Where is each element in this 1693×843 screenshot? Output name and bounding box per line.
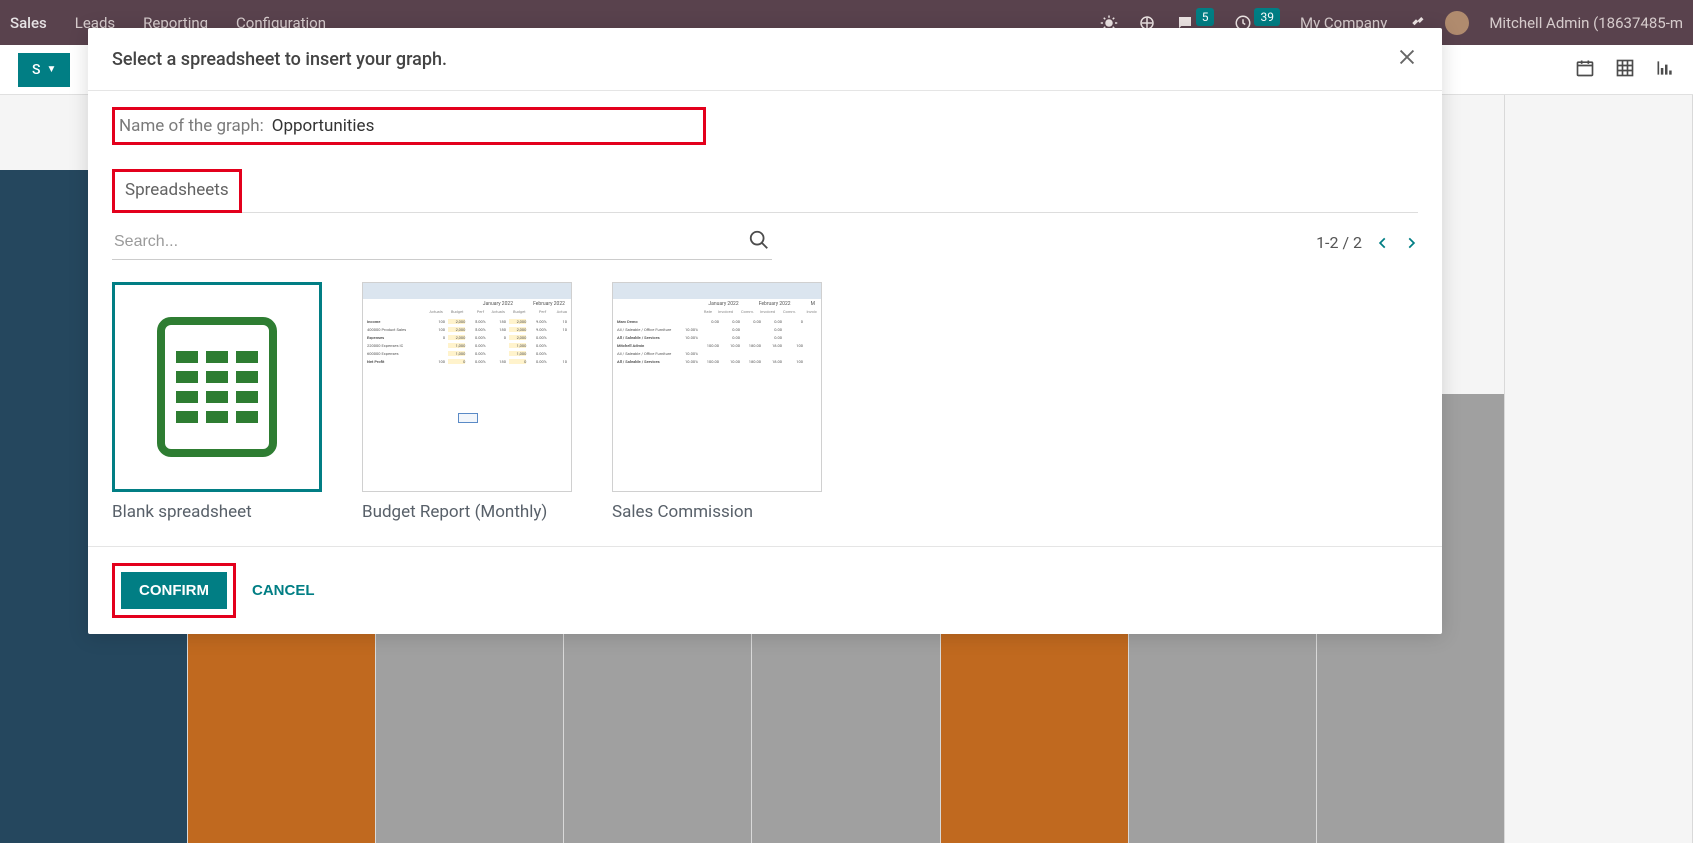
tabs: Spreadsheets: [112, 169, 1418, 213]
search-pager-row: 1-2 / 2: [112, 225, 1418, 260]
modal-title: Select a spreadsheet to insert your grap…: [112, 49, 447, 70]
thumb-commission: January 2022 February 2022 M Rate Invoic…: [612, 282, 822, 492]
card-budget-report[interactable]: January 2022 February 2022 Actuals Budge…: [362, 282, 572, 522]
spreadsheet-cards: Blank spreadsheet January 2022 February …: [112, 282, 1418, 522]
card-sales-commission[interactable]: January 2022 February 2022 M Rate Invoic…: [612, 282, 822, 522]
close-icon[interactable]: [1396, 46, 1418, 72]
pager-prev-icon[interactable]: [1376, 233, 1390, 253]
card-label-commission: Sales Commission: [612, 502, 822, 522]
graph-name-label: Name of the graph:: [119, 116, 264, 136]
tab-underline: [112, 212, 1418, 213]
modal-footer: CONFIRM CANCEL: [88, 546, 1442, 634]
cancel-button[interactable]: CANCEL: [252, 582, 315, 599]
card-label-blank: Blank spreadsheet: [112, 502, 322, 522]
graph-name-field: Name of the graph: Opportunities: [112, 107, 706, 145]
thumb-blank: [112, 282, 322, 492]
graph-name-value[interactable]: Opportunities: [272, 116, 375, 136]
card-blank-spreadsheet[interactable]: Blank spreadsheet: [112, 282, 322, 522]
thumb-budget: January 2022 February 2022 Actuals Budge…: [362, 282, 572, 492]
confirm-button[interactable]: CONFIRM: [121, 572, 227, 609]
card-label-budget: Budget Report (Monthly): [362, 502, 572, 522]
search-icon[interactable]: [748, 229, 770, 255]
confirm-highlight: CONFIRM: [112, 563, 236, 618]
pager-text: 1-2 / 2: [1316, 233, 1362, 252]
insert-spreadsheet-modal: Select a spreadsheet to insert your grap…: [88, 28, 1442, 634]
pager: 1-2 / 2: [1316, 233, 1418, 253]
modal-body: Name of the graph: Opportunities Spreads…: [88, 91, 1442, 546]
modal-header: Select a spreadsheet to insert your grap…: [88, 28, 1442, 91]
tab-spreadsheets[interactable]: Spreadsheets: [112, 169, 242, 213]
spreadsheet-icon: [157, 317, 277, 457]
search-box: [112, 225, 772, 260]
search-input[interactable]: [114, 233, 748, 251]
pager-next-icon[interactable]: [1404, 233, 1418, 253]
